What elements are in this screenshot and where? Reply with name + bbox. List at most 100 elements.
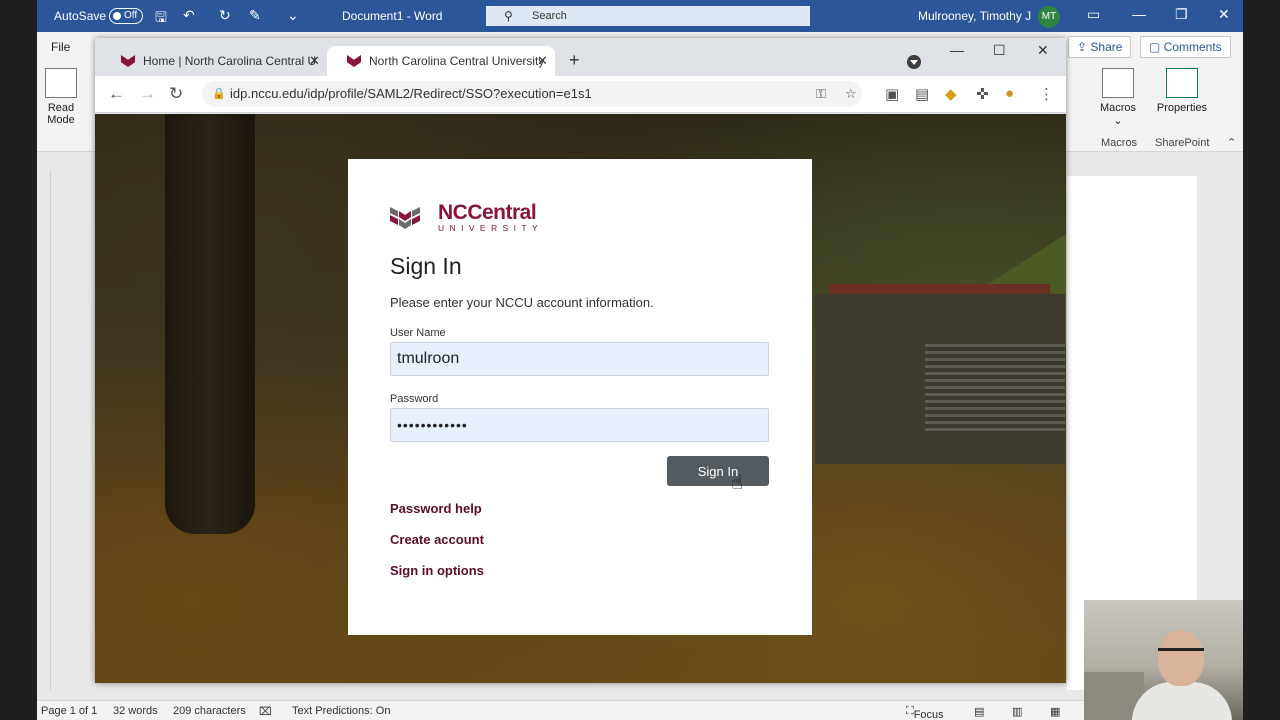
autosave-toggle[interactable]: Off xyxy=(109,8,143,24)
print-layout-icon[interactable]: ▥ xyxy=(1012,705,1022,718)
sharepoint-group-label: SharePoint xyxy=(1155,137,1210,149)
address-bar[interactable]: 🔒 idp.nccu.edu/idp/profile/SAML2/Redirec… xyxy=(202,81,862,107)
username-label: User Name xyxy=(390,327,446,339)
password-field[interactable] xyxy=(390,408,769,442)
ribbon-display-icon[interactable]: ▭ xyxy=(1087,6,1100,23)
browser-tab-home[interactable]: Home | North Carolina Central U ✕ xyxy=(101,46,325,76)
page-title: Sign In xyxy=(390,253,462,279)
nccu-logo: NCCentral UNIVERSITY xyxy=(390,201,570,233)
password-label: Password xyxy=(390,393,439,405)
macros-button[interactable]: Macros ⌄ xyxy=(1098,68,1138,127)
username-field[interactable] xyxy=(390,342,769,376)
browser-window: Home | North Carolina Central U ✕ North … xyxy=(95,38,1066,683)
collapse-ribbon-icon[interactable]: ⌃ xyxy=(1227,136,1236,149)
nccu-favicon-icon xyxy=(121,55,135,67)
nccu-logo-icon xyxy=(390,207,420,229)
menu-icon[interactable]: ⋮ xyxy=(1039,85,1054,103)
vertical-ruler xyxy=(37,170,51,690)
puzzle-icon[interactable]: ✜ xyxy=(976,85,989,103)
forward-icon[interactable]: → xyxy=(139,84,156,104)
hand-cursor-icon: ☝ xyxy=(731,472,744,494)
login-card: NCCentral UNIVERSITY Sign In Please ente… xyxy=(348,159,812,635)
document-title: Document1 - Word xyxy=(342,9,443,23)
search-icon: ⚲ xyxy=(504,9,513,23)
macros-label: Macros xyxy=(1099,102,1137,114)
word-search-placeholder: Search xyxy=(532,10,567,22)
minimize-icon[interactable]: — xyxy=(1132,6,1146,22)
extension-icon[interactable]: ◆ xyxy=(945,85,957,103)
read-mode-label-1: Read xyxy=(47,102,75,114)
share-label: Share xyxy=(1090,40,1123,54)
macros-icon xyxy=(1102,68,1134,98)
highlight-icon[interactable]: ✎ xyxy=(249,7,261,24)
url-text: idp.nccu.edu/idp/profile/SAML2/Redirect/… xyxy=(230,86,592,101)
read-mode-label-2: Mode xyxy=(47,114,75,126)
page-viewport: NCCentral UNIVERSITY Sign In Please ente… xyxy=(95,114,1066,683)
close-icon[interactable]: ✕ xyxy=(1218,6,1230,23)
redo-icon[interactable]: ↻ xyxy=(219,7,231,24)
read-mode-view-icon[interactable]: ▤ xyxy=(974,705,984,718)
web-layout-icon[interactable]: ▦ xyxy=(1050,705,1060,718)
avatar[interactable]: MT xyxy=(1038,6,1060,28)
status-bar: Page 1 of 1 32 words 209 characters ⌧ Te… xyxy=(37,700,1243,720)
webcam-person-head xyxy=(1158,630,1204,686)
focus-button[interactable]: ⛶ Focus xyxy=(906,705,944,720)
webcam-overlay xyxy=(1084,600,1243,720)
browser-toolbar: ← → ↻ 🔒 idp.nccu.edu/idp/profile/SAML2/R… xyxy=(95,76,1066,113)
extension-icon[interactable]: ▣ xyxy=(885,85,899,103)
maximize-icon[interactable]: ☐ xyxy=(993,42,1006,59)
webcam-person-body xyxy=(1132,682,1232,720)
share-button[interactable]: ⇪ Share xyxy=(1068,36,1132,58)
word-title-bar: AutoSave Off 🖫 ↶ ↻ ✎ ⌄ Document1 - Word … xyxy=(37,0,1243,32)
macros-group-label: Macros xyxy=(1101,137,1138,149)
page-count[interactable]: Page 1 of 1 xyxy=(41,705,97,717)
nccu-favicon-icon xyxy=(347,55,361,67)
bookmark-star-icon[interactable]: ☆ xyxy=(845,81,857,107)
close-tab-icon[interactable]: ✕ xyxy=(537,46,548,76)
properties-label: Properties xyxy=(1156,102,1208,114)
webcam-person-glasses xyxy=(1158,648,1204,658)
browser-tab-signin[interactable]: North Carolina Central University ✕ xyxy=(327,46,555,76)
tab-strip: Home | North Carolina Central U ✕ North … xyxy=(95,38,1066,76)
lock-icon[interactable]: 🔒 xyxy=(212,81,226,107)
comments-label: Comments xyxy=(1163,40,1222,54)
password-help-link[interactable]: Password help xyxy=(390,501,482,516)
background-tree xyxy=(165,114,255,534)
account-name[interactable]: Mulrooney, Timothy J xyxy=(918,9,1031,23)
properties-button[interactable]: Properties xyxy=(1154,68,1210,114)
proofing-icon[interactable]: ⌧ xyxy=(259,705,272,718)
sign-in-button[interactable]: Sign In xyxy=(667,456,769,486)
text-predictions[interactable]: Text Predictions: On xyxy=(292,705,390,717)
restore-icon[interactable]: ❐ xyxy=(1175,6,1188,23)
new-tab-icon[interactable]: + xyxy=(569,50,580,71)
close-tab-icon[interactable]: ✕ xyxy=(309,46,320,76)
word-search-box[interactable]: ⚲ Search xyxy=(486,6,810,26)
focus-label: Focus xyxy=(913,709,944,720)
reload-icon[interactable]: ↻ xyxy=(169,84,183,104)
read-mode-button[interactable]: Read Mode xyxy=(43,68,79,126)
profile-icon[interactable]: ● xyxy=(1005,85,1014,102)
customize-toolbar-icon[interactable]: ⌄ xyxy=(287,7,299,24)
document-extension-icon[interactable]: ▤ xyxy=(915,85,929,103)
close-icon[interactable]: ✕ xyxy=(1037,42,1049,59)
save-icon[interactable]: 🖫 xyxy=(155,7,167,31)
background-stairs xyxy=(925,344,1065,434)
create-account-link[interactable]: Create account xyxy=(390,532,484,547)
autosave-label: AutoSave xyxy=(54,9,107,23)
undo-icon[interactable]: ↶ xyxy=(183,7,195,24)
browser-tab-title: Home | North Carolina Central U xyxy=(143,54,317,68)
sign-in-options-link[interactable]: Sign in options xyxy=(390,563,484,578)
tab-search-icon[interactable] xyxy=(907,55,921,69)
logo-name: NCCentral xyxy=(438,201,537,224)
book-icon xyxy=(45,68,77,98)
minimize-icon[interactable]: — xyxy=(950,42,964,58)
logo-subtitle: UNIVERSITY xyxy=(438,223,544,233)
password-key-icon[interactable]: ⚿ xyxy=(816,81,826,107)
intro-text: Please enter your NCCU account informati… xyxy=(390,295,654,310)
character-count[interactable]: 209 characters xyxy=(173,705,246,717)
comments-button[interactable]: ▢ Comments xyxy=(1140,36,1231,58)
tab-file[interactable]: File xyxy=(51,40,70,54)
back-icon[interactable]: ← xyxy=(108,84,125,104)
word-count[interactable]: 32 words xyxy=(113,705,158,717)
browser-tab-title: North Carolina Central University xyxy=(369,54,545,68)
